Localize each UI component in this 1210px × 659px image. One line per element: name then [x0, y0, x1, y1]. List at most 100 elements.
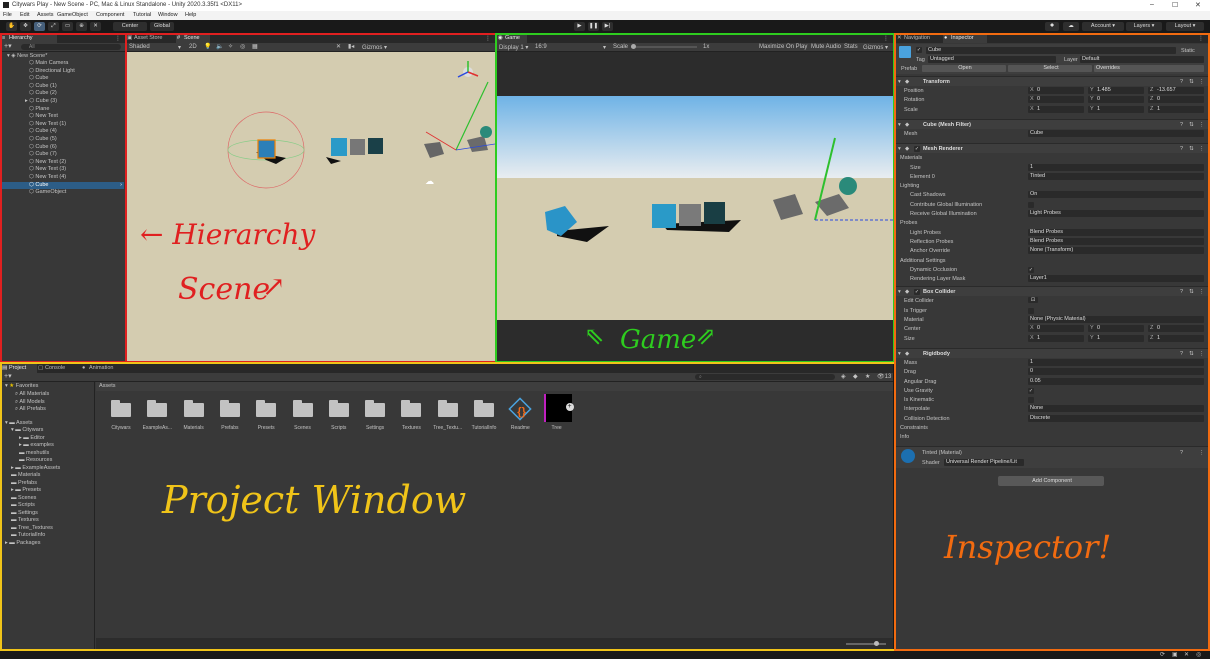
panel-menu-icon[interactable]: ⋮ [115, 35, 121, 42]
foldout-arrow-icon[interactable]: ▾ [898, 79, 901, 85]
foldout-arrow-icon[interactable]: ▾ [898, 289, 901, 295]
hand-tool-icon[interactable]: ✋ [6, 22, 17, 31]
folder-tree-item[interactable]: ▬ Materials [11, 472, 40, 479]
hierarchy-item[interactable]: ⬡ Cube [1, 75, 124, 82]
layers-dropdown[interactable]: Layers ▾ [1126, 22, 1162, 31]
vector-y-field[interactable]: Y1 [1088, 105, 1144, 113]
vector-z-field[interactable]: Z0 [1148, 96, 1204, 104]
global-local-toggle[interactable]: Global [150, 22, 174, 31]
zoom-slider[interactable] [846, 641, 886, 646]
component-header[interactable]: ▾ ◆ ✓ Box Collider? ⇅ ⋮ [896, 286, 1208, 297]
hierarchy-item[interactable]: ⬡ Cube (5) [1, 136, 124, 143]
packages-header[interactable]: ▸ ▬ Packages [5, 540, 40, 547]
play-button[interactable]: ▶ [574, 22, 585, 31]
hierarchy-item[interactable]: ⬡ Cube (1) [1, 83, 124, 90]
folder-tree-item[interactable]: ▬ Prefabs [11, 480, 37, 487]
asset-item[interactable]: ExampleAs... [142, 400, 172, 440]
settings-icon[interactable]: ⇅ [1189, 122, 1194, 128]
asset-item[interactable]: Prefabs [215, 400, 245, 440]
scene-viewport[interactable]: ☁ [126, 52, 495, 361]
hierarchy-item[interactable]: ⬡ Cube (2) [1, 90, 124, 97]
add-component-button[interactable]: Add Component [998, 475, 1104, 486]
asset-item[interactable]: {} Readme [505, 397, 535, 440]
cube-blue[interactable] [331, 138, 347, 156]
tag-dropdown[interactable]: Untagged [928, 56, 1056, 63]
value-field[interactable]: Cube [1028, 129, 1204, 137]
search-by-type-icon[interactable]: ◈ [841, 373, 846, 380]
dropdown[interactable]: Layer1 [1028, 275, 1204, 283]
foldout-arrow-icon[interactable]: ▾ [898, 351, 901, 357]
settings-icon[interactable]: ⇅ [1189, 146, 1194, 152]
folder-tree-item[interactable]: ▬ Scripts [11, 502, 35, 509]
2d-toggle[interactable]: 2D [189, 44, 197, 50]
hierarchy-item[interactable]: ⬡ Directional Light [1, 68, 124, 75]
hierarchy-item[interactable]: ⬡ New Text (3) [1, 166, 124, 173]
tab-console[interactable]: ▢ Console [37, 364, 79, 373]
asset-item[interactable]: Scripts [324, 400, 354, 440]
breadcrumb-assets[interactable]: Assets [99, 383, 116, 389]
tab-asset-store[interactable]: ▣ Asset Store [126, 34, 176, 43]
prefab-overrides-dropdown[interactable]: Overrides [1094, 65, 1204, 72]
component-menu-icon[interactable]: ⋮ [1199, 146, 1205, 152]
audio-toggle-icon[interactable]: 🔈 [216, 43, 223, 50]
asset-item[interactable]: Settings [360, 400, 390, 440]
help-icon[interactable]: ? [1180, 122, 1183, 128]
hierarchy-item[interactable]: ⬡ New Text [1, 113, 124, 120]
vector-y-field[interactable]: Y 1.485 [1088, 87, 1144, 94]
tools-icon[interactable]: ✕ [336, 43, 341, 50]
pivot-center-toggle[interactable]: Center [113, 22, 147, 31]
value-field[interactable]: None (Transform) [1028, 247, 1204, 255]
hierarchy-item[interactable]: ▸ ⬡ Cube (3) [1, 98, 124, 105]
component-enabled-checkbox[interactable]: ✓ [914, 146, 920, 153]
vector-z-field[interactable]: Z1 [1148, 334, 1204, 342]
object-name-field[interactable]: Cube [926, 47, 1176, 54]
component-menu-icon[interactable]: ⋮ [1199, 122, 1205, 128]
component-header[interactable]: ▾ ◆ Rigidbody? ⇅ ⋮ [896, 347, 1208, 358]
settings-icon[interactable]: ⇅ [1189, 351, 1194, 357]
minimize-button[interactable]: – [1150, 1, 1154, 8]
value-field[interactable]: Tinted [1028, 172, 1204, 180]
tab-inspector[interactable]: ● Inspector [943, 34, 987, 43]
asset-item[interactable]: Tree_Textu... [433, 400, 463, 440]
scene-root-row[interactable]: ▾ ◈ New Scene* [7, 53, 123, 60]
favorite-icon[interactable]: ★ [865, 373, 870, 380]
vector-x-field[interactable]: X1 [1028, 334, 1084, 342]
asset-item[interactable]: Textures [396, 400, 426, 440]
component-enabled-checkbox[interactable]: ✓ [914, 289, 920, 296]
lighting-toggle-icon[interactable]: 💡 [204, 43, 211, 50]
tab-game[interactable]: ◉ Game [497, 34, 527, 43]
tab-animation[interactable]: ● Animation [81, 364, 125, 373]
vector-x-field[interactable]: X1 [1028, 105, 1084, 113]
help-icon[interactable]: ? [1180, 79, 1183, 85]
vector-x-field[interactable]: X0 [1028, 87, 1084, 94]
scene-orientation-gizmo[interactable] [457, 61, 479, 78]
menu-component[interactable]: Component [96, 12, 124, 18]
favorite-item[interactable]: ⌕ All Materials [15, 391, 49, 398]
component-header[interactable]: ▾ ◆ Cube (Mesh Filter)? ⇅ ⋮ [896, 118, 1208, 129]
project-add-icon[interactable]: +▾ [4, 373, 12, 381]
mute-audio-toggle[interactable]: Mute Audio [811, 44, 841, 50]
maximize-button[interactable]: ☐ [1172, 1, 1178, 9]
assets-header[interactable]: ▾ ▬ Assets [5, 420, 33, 427]
folder-tree-item[interactable]: ▬ meshutils [19, 450, 49, 457]
tab-project[interactable]: ▤ Project [1, 364, 37, 373]
game-gizmos-dropdown[interactable]: Gizmos ▾ [863, 44, 888, 51]
dropdown[interactable]: Blend Probes [1028, 237, 1204, 245]
hierarchy-item[interactable]: ⬡ Cube › [1, 181, 124, 189]
help-icon[interactable]: ? [1180, 146, 1183, 152]
folder-tree-item[interactable]: ▸ ▬ Editor [19, 435, 45, 442]
help-icon[interactable]: ? [1180, 450, 1183, 456]
foldout-arrow-icon[interactable]: ▾ [898, 146, 901, 152]
value-field[interactable]: None (Physic Material) [1028, 316, 1204, 323]
component-header[interactable]: ▾ ◆ ✓ Mesh Renderer? ⇅ ⋮ [896, 143, 1208, 154]
lock-icon[interactable]: ▣ [1172, 651, 1178, 658]
effects-toggle-icon[interactable]: ✧ [228, 43, 233, 50]
asset-item[interactable]: Materials [179, 400, 209, 440]
menu-help[interactable]: Help [185, 12, 196, 18]
hierarchy-item[interactable]: ⬡ Main Camera [1, 60, 124, 67]
hierarchy-item[interactable]: ⬡ New Text (4) [1, 174, 124, 181]
transform-tool-icon[interactable]: ⊕ [76, 22, 87, 31]
asset-item[interactable]: Scenes [288, 400, 318, 440]
component-menu-icon[interactable]: ⋮ [1199, 450, 1205, 456]
hierarchy-search-input[interactable]: All [21, 44, 121, 50]
